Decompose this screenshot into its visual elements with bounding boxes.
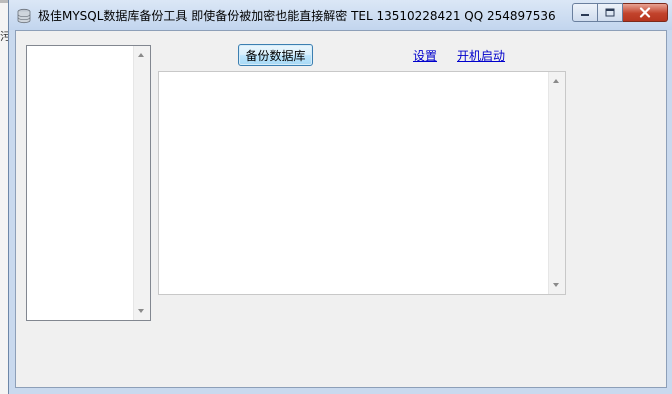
maximize-button[interactable]	[598, 3, 623, 22]
backup-database-button[interactable]: 备份数据库	[238, 44, 313, 66]
minimize-button[interactable]	[572, 3, 598, 22]
client-area: 备份数据库 设置 开机启动	[15, 30, 667, 388]
log-scrollbar[interactable]	[548, 72, 565, 294]
scroll-up-icon[interactable]	[553, 79, 559, 83]
title-bar[interactable]: 极佳MYSQL数据库备份工具 即使备份被加密也能直接解密 TEL 1351022…	[9, 0, 672, 30]
database-icon	[17, 8, 31, 24]
window-title: 极佳MYSQL数据库备份工具 即使备份被加密也能直接解密 TEL 1351022…	[38, 9, 556, 23]
database-list[interactable]	[26, 45, 151, 321]
close-icon	[639, 7, 651, 18]
window-controls	[572, 3, 668, 22]
minimize-icon	[581, 13, 589, 16]
scroll-down-icon[interactable]	[553, 283, 559, 287]
maximize-icon	[605, 8, 615, 17]
app-window: 极佳MYSQL数据库备份工具 即使备份被加密也能直接解密 TEL 1351022…	[8, 0, 672, 394]
scroll-up-icon[interactable]	[138, 53, 144, 57]
list-scrollbar[interactable]	[133, 46, 150, 320]
scroll-down-icon[interactable]	[138, 309, 144, 313]
autostart-link[interactable]: 开机启动	[457, 47, 505, 64]
close-button[interactable]	[623, 3, 668, 22]
log-textarea[interactable]	[158, 71, 566, 295]
settings-link[interactable]: 设置	[413, 47, 437, 64]
